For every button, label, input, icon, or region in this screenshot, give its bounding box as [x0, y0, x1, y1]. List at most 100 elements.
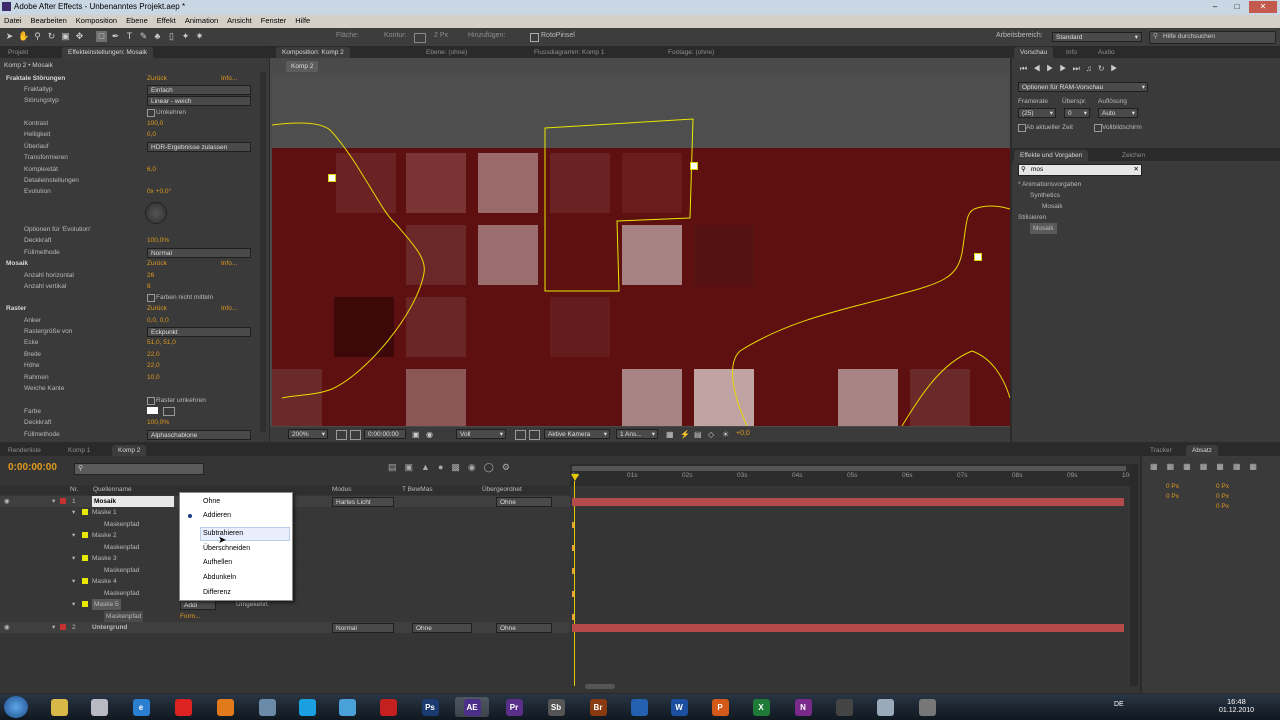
shy-icon[interactable]: ● [438, 462, 451, 472]
tab-zeichen[interactable]: Zeichen [1116, 150, 1151, 161]
menu-item-addieren[interactable]: Addieren [203, 509, 231, 522]
track-matte-select[interactable]: Ohne [412, 623, 472, 633]
effect-prop-select[interactable]: Linear - weich [147, 96, 251, 106]
excel-icon[interactable]: X [752, 698, 770, 716]
align-center-icon[interactable]: ▦ [1167, 462, 1184, 471]
toggle-pixel-icon[interactable]: ▦ [666, 430, 674, 439]
playhead-marker[interactable] [571, 474, 579, 481]
live-update-icon[interactable]: ▣ [405, 462, 422, 472]
tab-komp2[interactable]: Komp 2 [112, 445, 147, 456]
motion-blur-icon[interactable]: ◉ [468, 462, 484, 472]
effects-search-input[interactable]: ⚲ mos ✕ [1018, 164, 1142, 176]
effect-info-link[interactable]: Info... [221, 73, 237, 84]
clone-stamp-tool-icon[interactable]: ♣ [152, 31, 163, 42]
mask-name[interactable]: Maske 2 [92, 530, 117, 541]
effects-tree-item[interactable]: Synthetics [1030, 190, 1060, 201]
next-frame-icon[interactable]: ▶ [1059, 64, 1072, 73]
mask-visibility-icon[interactable] [350, 430, 361, 440]
menu-ansicht[interactable]: Ansicht [223, 15, 257, 25]
menu-hilfe[interactable]: Hilfe [291, 15, 315, 25]
ram-preview-icon[interactable]: ▶ [1111, 64, 1124, 73]
maximize-button[interactable]: □ [1227, 1, 1247, 13]
label-color-swatch[interactable] [82, 509, 88, 515]
menu-fenster[interactable]: Fenster [257, 15, 291, 25]
evolution-dial[interactable] [145, 202, 167, 224]
tab-audio[interactable]: Audio [1092, 47, 1121, 58]
property-track[interactable] [572, 555, 1124, 563]
brush-tool-icon[interactable]: ✎ [138, 31, 149, 42]
resolution-select[interactable]: Auto ▾ [1098, 108, 1138, 118]
effects-tree-item[interactable]: * Animationsvorgaben [1018, 179, 1081, 190]
loop-icon[interactable]: ↻ [1098, 64, 1111, 73]
first-frame-icon[interactable]: ⏮ [1020, 64, 1033, 73]
layer-row[interactable] [0, 622, 570, 633]
pan-behind-tool-icon[interactable]: ✥ [74, 31, 85, 42]
close-button[interactable]: ✕ [1249, 1, 1277, 13]
bridge-icon[interactable]: Br [589, 698, 607, 716]
skype-icon[interactable] [298, 698, 316, 716]
stroke-swatch[interactable] [414, 33, 426, 43]
snapshot-camera-icon[interactable]: ▣ [412, 430, 420, 439]
expand-chevron-icon[interactable]: ▾ [72, 553, 75, 564]
layer-duration-bar[interactable] [572, 498, 1124, 506]
fullscreen-checkbox[interactable] [1094, 124, 1102, 132]
zoom-tool-icon[interactable]: ⚲ [32, 31, 43, 42]
comp-breadcrumb[interactable]: Komp 2 [286, 61, 319, 72]
tab-komp1[interactable]: Komp 1 [62, 445, 96, 456]
calculator-icon[interactable] [876, 698, 894, 716]
effects-tree-item[interactable]: Stilisieren [1018, 212, 1046, 223]
tab-ebene[interactable]: Ebene: (ohne) [420, 47, 473, 58]
minimize-button[interactable]: – [1205, 1, 1225, 13]
tab-projekt[interactable]: Projekt [2, 47, 34, 58]
property-track[interactable] [572, 567, 1124, 575]
mask-path-label[interactable]: Maskenpfad [104, 611, 144, 622]
property-track[interactable] [572, 544, 1124, 552]
timeline-scrollbar[interactable] [1130, 464, 1138, 686]
expand-chevron-icon[interactable]: ▾ [72, 599, 75, 610]
mask-path-label[interactable]: Maskenpfad [104, 542, 139, 553]
brainstorm-icon[interactable]: ⚙ [502, 462, 518, 472]
property-track[interactable] [572, 590, 1124, 598]
effect-info-link[interactable]: Info... [221, 258, 237, 269]
effect-prop-value[interactable]: Zurück [147, 303, 167, 314]
network-icon[interactable] [258, 698, 276, 716]
tab-info[interactable]: Info [1060, 47, 1083, 58]
effect-prop-checkbox[interactable] [147, 109, 155, 117]
expand-chevron-icon[interactable]: ▾ [52, 622, 55, 633]
effect-prop-value[interactable]: 26 [147, 270, 154, 281]
mask-name[interactable]: Maske 5 [92, 599, 121, 610]
effect-prop-value[interactable]: 22,0 [147, 360, 160, 371]
start-button[interactable] [4, 696, 28, 718]
photoshop-icon[interactable]: Ps [421, 698, 439, 716]
effect-prop-value[interactable]: 22,0 [147, 349, 160, 360]
layer-property-row[interactable] [0, 611, 570, 622]
fast-preview-icon[interactable]: ⚡ [680, 430, 690, 439]
menu-ebene[interactable]: Ebene [122, 15, 153, 25]
frame-blending-icon[interactable]: ▩ [451, 462, 468, 472]
mask-path-label[interactable]: Maskenpfad [104, 588, 139, 599]
justify-right-icon[interactable]: ▦ [1233, 462, 1250, 471]
skip-select[interactable]: 0 ▾ [1064, 108, 1090, 118]
mask-vertex-handle[interactable] [690, 162, 698, 170]
views-select[interactable]: 1 Ans... ▾ [616, 429, 658, 439]
effect-panel-scrollbar[interactable] [260, 72, 266, 432]
last-frame-icon[interactable]: ⏭ [1073, 64, 1086, 73]
timeline-timecode[interactable]: 0:00:00:00 [8, 462, 57, 473]
tab-tracker[interactable]: Tracker [1144, 445, 1178, 456]
soundbooth-icon[interactable]: Sb [547, 698, 565, 716]
keyframe-marker[interactable] [572, 522, 574, 528]
firefox-icon[interactable] [216, 698, 234, 716]
effect-info-link[interactable]: Info... [221, 303, 237, 314]
tab-footage[interactable]: Footage: (ohne) [662, 47, 720, 58]
menu-item-ueberschneiden[interactable]: Überschneiden [203, 542, 250, 555]
effect-prop-value[interactable]: 6,0 [147, 164, 156, 175]
mask-name[interactable]: Maske 1 [92, 507, 117, 518]
time-ruler[interactable]: 0s 01s 02s 03s 04s 05s 06s 07s 08s 09s 10s [570, 464, 1132, 486]
keyframe-marker[interactable] [572, 568, 574, 574]
clear-search-icon[interactable]: ✕ [1134, 165, 1139, 175]
tab-vorschau[interactable]: Vorschau [1014, 47, 1054, 58]
onenote-icon[interactable]: N [794, 698, 812, 716]
effects-tree-item[interactable]: Mosaik [1030, 223, 1057, 234]
graph-editor-icon[interactable]: ◯ [484, 462, 502, 472]
expand-chevron-icon[interactable]: ▾ [72, 530, 75, 541]
